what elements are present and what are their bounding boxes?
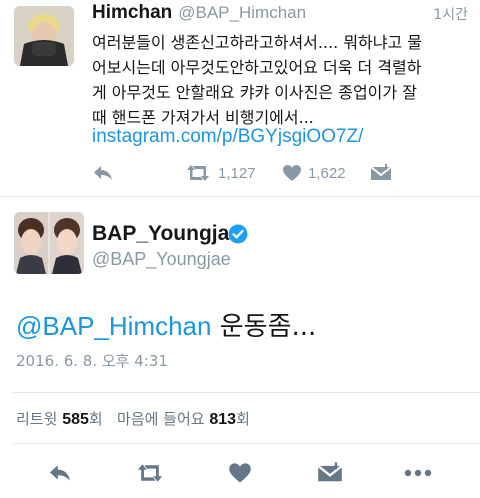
retweet-stat-unit: 회 bbox=[88, 410, 103, 428]
divider bbox=[14, 443, 480, 444]
display-name[interactable]: Himchan bbox=[92, 2, 172, 23]
reply-tweet[interactable]: Himchan @BAP_Himchan 1시간 여러분들이 생존신고하라고하셔서… bbox=[0, 0, 480, 196]
heart-icon bbox=[283, 165, 301, 181]
tweet-actions bbox=[0, 454, 480, 492]
dm-button[interactable] bbox=[308, 454, 352, 492]
dm-button[interactable] bbox=[370, 160, 392, 186]
avatar[interactable] bbox=[14, 212, 84, 274]
display-name[interactable]: BAP_Youngjae bbox=[92, 222, 241, 246]
avatar[interactable] bbox=[14, 6, 74, 66]
like-stat[interactable]: 마음에 들어요 813회 bbox=[117, 410, 250, 428]
retweet-button[interactable]: 1,127 bbox=[184, 160, 256, 186]
envelope-icon bbox=[317, 462, 343, 482]
verified-badge-icon bbox=[228, 224, 248, 244]
more-button[interactable] bbox=[396, 454, 440, 492]
divider bbox=[0, 196, 480, 197]
retweet-stat-count: 585 bbox=[62, 411, 89, 428]
envelope-icon bbox=[370, 164, 392, 180]
retweet-button[interactable] bbox=[128, 454, 172, 492]
like-button[interactable]: 1,622 bbox=[282, 160, 346, 186]
retweet-count: 1,127 bbox=[218, 164, 256, 182]
reply-icon bbox=[50, 465, 70, 481]
tweet-body: 운동좀... bbox=[211, 312, 317, 342]
tweet-link[interactable]: instagram.com/p/BGYjsgiOO7Z/ bbox=[92, 126, 363, 148]
heart-icon bbox=[229, 463, 251, 483]
tweet-text: 여러분들이 생존신고하라고하셔서.... 뭐하냐고 물 어보시는데 아무것도안하… bbox=[92, 30, 470, 130]
handle[interactable]: @BAP_Youngjae bbox=[92, 249, 231, 270]
tweet-text-line: 어보시는데 아무것도안하고있어요 더욱 더 격렬하 bbox=[92, 58, 422, 77]
handle[interactable]: @BAP_Himchan bbox=[178, 3, 306, 22]
reply-button[interactable] bbox=[92, 160, 114, 186]
retweet-stat-label: 리트윗 bbox=[16, 410, 58, 428]
reply-icon bbox=[94, 166, 112, 180]
retweet-stat[interactable]: 리트윗 585회 bbox=[16, 410, 103, 428]
like-count: 1,622 bbox=[308, 164, 346, 182]
tweet-actions: 1,127 1,622 bbox=[92, 160, 472, 186]
tweet-time: 1시간 bbox=[433, 7, 468, 23]
tweet-timestamp[interactable]: 2016. 6. 8. 오후 4:31 bbox=[16, 350, 168, 371]
tweet-text-line: 여러분들이 생존신고하라고하셔서.... 뭐하냐고 물 bbox=[92, 33, 423, 52]
retweet-icon bbox=[187, 165, 209, 181]
reply-button[interactable] bbox=[38, 454, 82, 492]
like-stat-unit: 회 bbox=[236, 410, 250, 428]
like-stat-count: 813 bbox=[209, 411, 237, 428]
like-button[interactable] bbox=[218, 454, 262, 492]
tweet-stats: 리트윗 585회 마음에 들어요 813회 bbox=[16, 408, 250, 429]
tweet-text: @BAP_Himchan 운동좀... bbox=[16, 306, 316, 343]
more-dots-icon bbox=[404, 469, 432, 477]
divider bbox=[14, 392, 480, 393]
tweet-text-line: 게 아무것도 안할래요 캬캬 이사진은 종업이가 잘 bbox=[92, 83, 417, 102]
mention-link[interactable]: @BAP_Himchan bbox=[16, 311, 211, 341]
retweet-icon bbox=[137, 464, 163, 482]
reply-header: Himchan @BAP_Himchan 1시간 bbox=[92, 2, 468, 26]
like-stat-label: 마음에 들어요 bbox=[117, 410, 205, 428]
